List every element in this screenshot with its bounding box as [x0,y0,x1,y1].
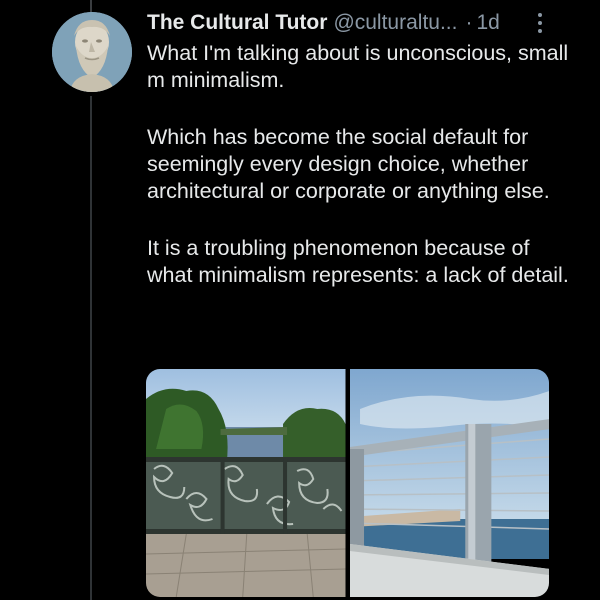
tweet-paragraph: Which has become the social default for … [147,125,550,203]
tweet-paragraph: What I'm talking about is unconscious, s… [147,41,569,92]
tweet-media [146,369,549,597]
tweet-header: The Cultural Tutor @culturaltu... · 1d [147,10,567,36]
tweet-text: What I'm talking about is unconscious, s… [147,40,577,289]
tweet-timestamp[interactable]: 1d [476,11,499,35]
ornate-iron-railing-photo[interactable] [146,369,346,597]
minimal-steel-railing-photo[interactable] [349,369,549,597]
avatar[interactable] [52,12,132,92]
thread-connector-top [90,0,92,12]
tweet-paragraph: It is a troubling phenomenon because of … [147,236,569,287]
more-options-icon[interactable] [535,12,545,34]
header-separator: · [465,11,473,34]
author-name[interactable]: The Cultural Tutor [147,11,327,35]
bust-statue-icon [52,12,132,92]
author-handle[interactable]: @culturaltu... [333,11,457,35]
thread-connector-line [90,96,92,600]
